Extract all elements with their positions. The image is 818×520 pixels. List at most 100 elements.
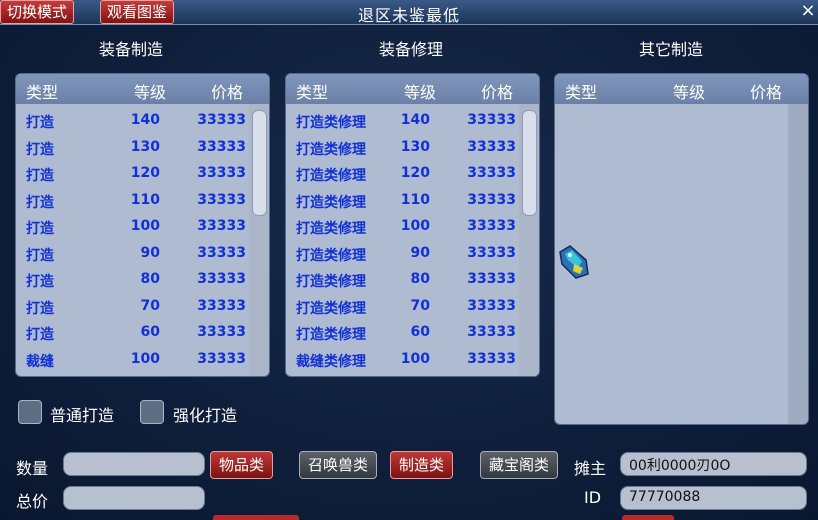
col-type: 类型 <box>565 83 598 102</box>
equip-repair-heading: 装备修理 <box>378 40 443 59</box>
row-type: 打造类修理 <box>296 141 366 158</box>
row-type: 打造类修理 <box>296 247 366 264</box>
row-type: 打造 <box>26 194 54 211</box>
title-bar[interactable]: 退区未鉴最低 切换模式 观看图鉴 × <box>0 0 818 25</box>
col-type: 类型 <box>26 83 59 102</box>
row-type: 打造 <box>26 247 54 264</box>
row-type: 打造类修理 <box>296 168 366 184</box>
table-row[interactable]: 裁缝类修理 100 33333 <box>286 347 539 373</box>
row-price: 33333 <box>197 112 246 128</box>
scroll-thumb[interactable] <box>252 110 267 216</box>
row-level: 100 <box>400 218 430 234</box>
row-price: 33333 <box>467 297 516 314</box>
table-row[interactable]: 打造类修理 80 33333 <box>286 267 539 293</box>
table-row[interactable]: 打造类修理 70 33333 <box>286 294 539 320</box>
col-level: 等级 <box>404 83 437 102</box>
table-row[interactable]: 打造 80 33333 <box>16 267 269 293</box>
id-value: 77770088 <box>629 489 701 505</box>
tab-items[interactable]: 物品类 <box>210 451 274 479</box>
row-price: 33333 <box>467 165 516 181</box>
table-row[interactable]: 打造 90 33333 <box>16 241 269 267</box>
table-row[interactable]: 打造 120 33333 <box>16 161 269 187</box>
row-level: 70 <box>410 297 430 314</box>
row-level: 100 <box>130 350 160 367</box>
table-row[interactable]: 打造 100 33333 <box>16 214 269 240</box>
quantity-input[interactable] <box>63 452 205 476</box>
table-row[interactable]: 打造 130 33333 <box>16 135 269 161</box>
table-row[interactable]: 打造类修理 120 33333 <box>286 161 539 187</box>
table-row[interactable]: 打造类修理 140 33333 <box>286 108 539 134</box>
view-catalog-button[interactable]: 观看图鉴 <box>100 0 175 24</box>
row-level: 110 <box>130 191 160 208</box>
row-level: 140 <box>400 112 430 128</box>
row-price: 33333 <box>467 271 516 287</box>
total-price-field <box>63 486 205 510</box>
table-row[interactable]: 打造类修理 60 33333 <box>286 320 539 346</box>
scroll-thumb[interactable] <box>522 110 537 216</box>
col-type: 类型 <box>296 83 329 102</box>
owner-field: 00利0000刃0O <box>620 452 807 476</box>
table-row[interactable]: 打造类修理 100 33333 <box>286 214 539 240</box>
row-price: 33333 <box>467 112 516 128</box>
id-label: ID <box>584 488 602 507</box>
table-header: 类型 等级 价格 <box>555 74 808 104</box>
table-row[interactable]: 打造类修理 130 33333 <box>286 135 539 161</box>
table-row[interactable]: 打造 110 33333 <box>16 188 269 214</box>
table-row[interactable]: 裁缝 100 33333 <box>16 347 269 373</box>
stall-window: 退区未鉴最低 切换模式 观看图鉴 × 装备制造 装备修理 其它制造 类型 等级 … <box>0 0 818 520</box>
row-price: 33333 <box>467 324 516 340</box>
row-type: 裁缝类修理 <box>296 353 366 370</box>
col-level: 等级 <box>134 83 167 102</box>
row-level: 60 <box>410 324 430 340</box>
row-type: 打造类修理 <box>296 115 366 131</box>
row-level: 70 <box>140 297 160 314</box>
equip-repair-table: 类型 等级 价格 打造类修理 140 33333 打造类修理 130 33333 打造类修理… <box>285 73 540 377</box>
scrollbar[interactable] <box>519 104 539 376</box>
row-price: 33333 <box>197 271 246 287</box>
col-price: 价格 <box>211 83 244 102</box>
row-price: 33333 <box>197 138 246 155</box>
bottom-button-partial[interactable] <box>213 515 299 520</box>
row-price: 33333 <box>197 297 246 314</box>
row-price: 33333 <box>467 350 516 367</box>
gem-item-icon[interactable] <box>556 244 592 280</box>
table-row[interactable]: 打造类修理 90 33333 <box>286 241 539 267</box>
close-icon[interactable]: × <box>800 0 816 22</box>
col-price: 价格 <box>750 83 783 102</box>
row-type: 打造类修理 <box>296 221 366 237</box>
table-row[interactable]: 打造 140 33333 <box>16 108 269 134</box>
row-type: 打造 <box>26 141 54 158</box>
col-level: 等级 <box>673 83 706 102</box>
row-level: 120 <box>130 165 160 181</box>
col-price: 价格 <box>481 83 514 102</box>
tab-treasure-pavilion[interactable]: 藏宝阁类 <box>480 451 559 479</box>
row-price: 33333 <box>197 244 246 261</box>
equip-make-table: 类型 等级 价格 打造 140 33333 打造 130 33333 打造 120 33333 打… <box>15 73 270 377</box>
normal-make-checkbox[interactable] <box>18 400 42 424</box>
row-level: 120 <box>400 165 430 181</box>
owner-label: 摊主 <box>574 459 607 478</box>
table-row[interactable]: 打造 60 33333 <box>16 320 269 346</box>
tab-crafting[interactable]: 制造类 <box>390 451 454 479</box>
row-type: 打造 <box>26 274 54 290</box>
table-header: 类型 等级 价格 <box>16 74 269 104</box>
enhanced-make-checkbox[interactable] <box>140 400 164 424</box>
row-level: 140 <box>130 112 160 128</box>
row-level: 100 <box>400 350 430 367</box>
row-type: 打造 <box>26 168 54 184</box>
row-level: 110 <box>400 191 430 208</box>
row-price: 33333 <box>467 244 516 261</box>
row-level: 60 <box>140 324 160 340</box>
table-row[interactable]: 打造类修理 110 33333 <box>286 188 539 214</box>
scrollbar[interactable] <box>788 104 808 424</box>
table-row[interactable]: 打造 70 33333 <box>16 294 269 320</box>
switch-mode-button[interactable]: 切换模式 <box>0 0 75 24</box>
row-level: 90 <box>140 244 160 261</box>
row-price: 33333 <box>467 138 516 155</box>
owner-value: 00利0000刃0O <box>629 458 731 474</box>
bottom-button-partial[interactable] <box>622 515 674 520</box>
other-make-table: 类型 等级 价格 <box>554 73 809 425</box>
scrollbar[interactable] <box>249 104 269 376</box>
row-price: 33333 <box>197 324 246 340</box>
tab-summons[interactable]: 召唤兽类 <box>299 451 378 479</box>
